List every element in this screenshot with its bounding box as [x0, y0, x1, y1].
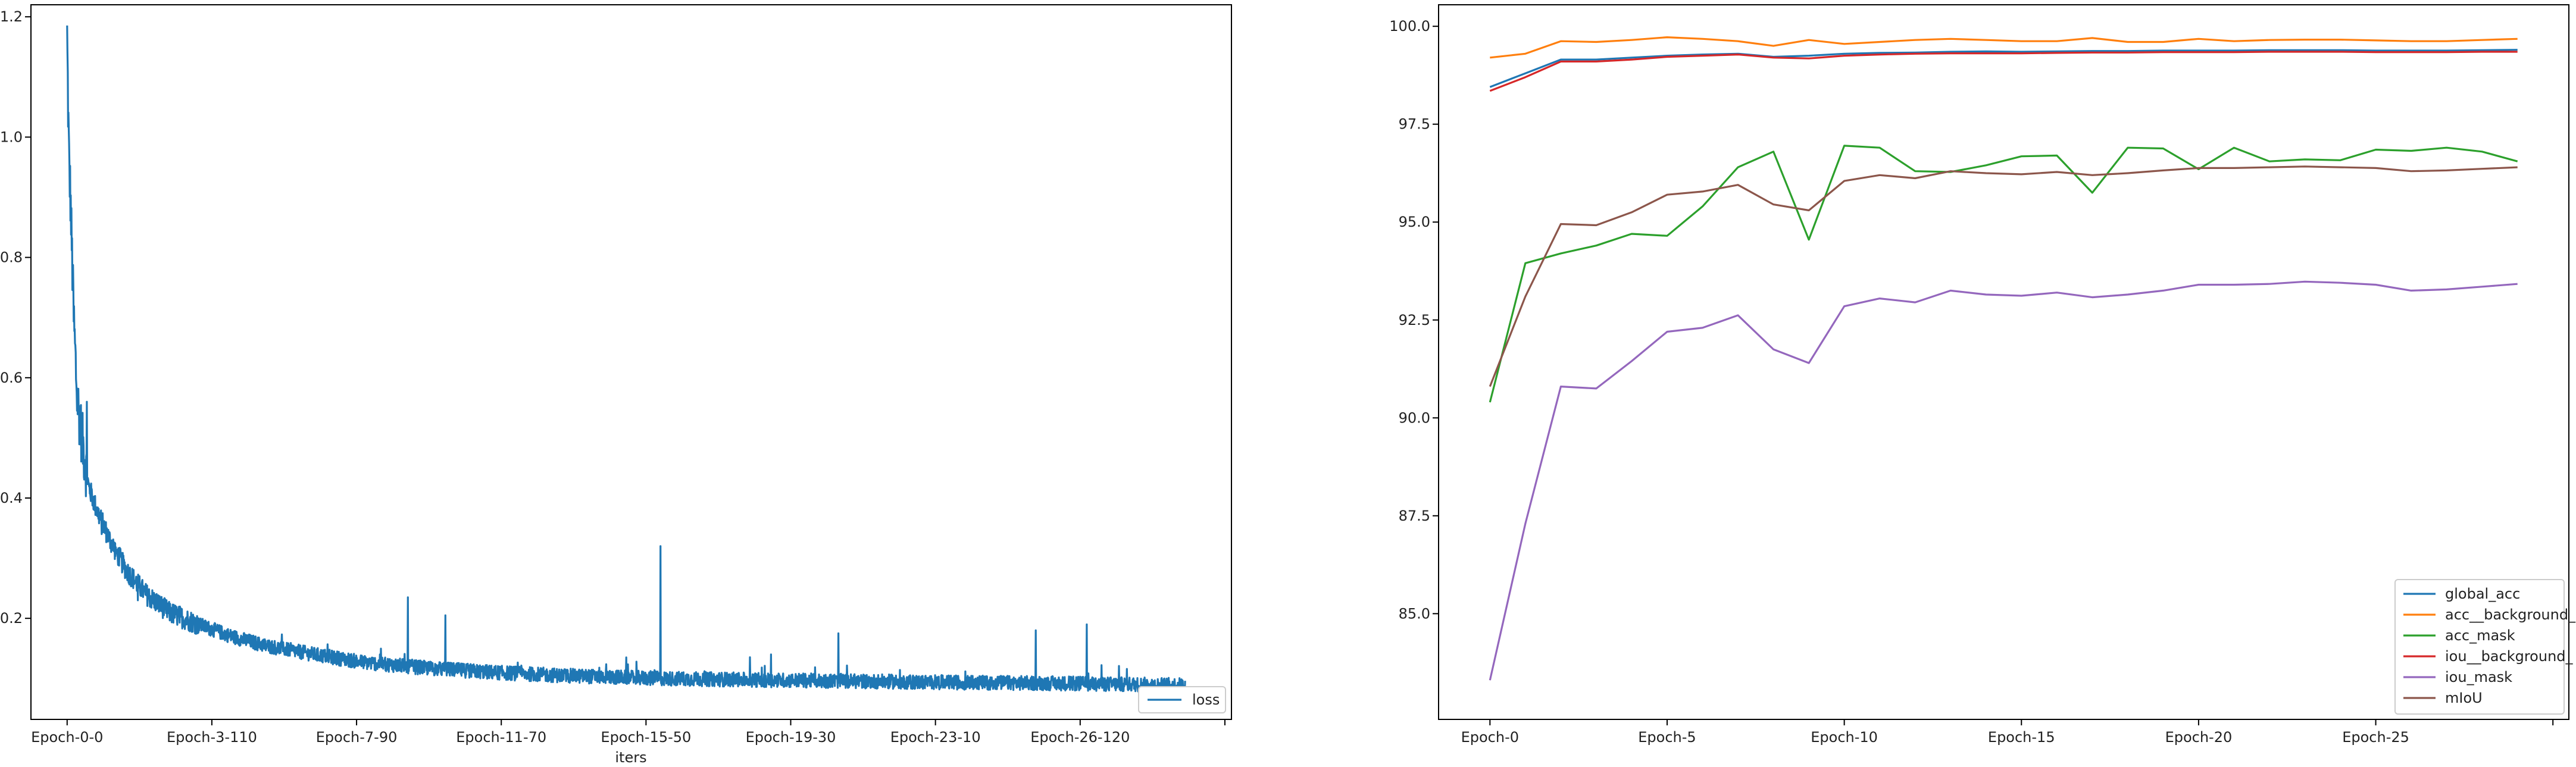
loss-x-tick-label: Epoch-19-30	[746, 729, 836, 746]
loss-y-tick-label: 0.6	[0, 370, 23, 386]
loss-x-axis-label: iters	[615, 749, 646, 766]
figure-canvas: Epoch-0-0 Epoch-3-110 Epoch-7-90 Epoch-11-7…	[0, 0, 2576, 767]
metrics-y-tick-label: 95.0	[1399, 214, 1430, 230]
loss-y-tick-label: 1.0	[0, 129, 23, 145]
loss-x-tick-label: Epoch-0-0	[31, 729, 103, 746]
loss-x-tick-label: Epoch-11-70	[456, 729, 546, 746]
loss-x-tick-label: Epoch-23-10	[890, 729, 981, 746]
metrics-x-tick-label: Epoch-25	[2342, 729, 2409, 746]
metrics-y-tick-label: 97.5	[1399, 116, 1430, 133]
metrics-y-tick-label: 92.5	[1399, 312, 1430, 328]
loss-y-tick-label: 1.2	[0, 8, 23, 25]
loss-x-tick-label: Epoch-26-120	[1030, 729, 1130, 746]
loss-x-tick-label: Epoch-15-50	[601, 729, 691, 746]
loss-legend-label: loss	[1192, 691, 1220, 708]
metrics-y-tick-label: 90.0	[1399, 409, 1430, 426]
metrics-x-tick-label: Epoch-15	[1988, 729, 2055, 746]
metrics-legend: global_acc acc__background_ acc_mask iou__b…	[2394, 579, 2576, 715]
loss-y-tick-label: 0.4	[0, 490, 23, 506]
metrics-y-tick-label: 87.5	[1399, 508, 1430, 524]
metrics-x-tick-label: Epoch-10	[1811, 729, 1878, 746]
loss-legend: loss	[1138, 686, 1226, 713]
loss-y-tick-label: 0.2	[0, 610, 23, 627]
metrics-x-tick-label: Epoch-0	[1461, 729, 1519, 746]
loss-x-tick-label: Epoch-3-110	[167, 729, 257, 746]
legend-label: iou_mask	[2445, 669, 2512, 685]
legend-label: global_acc	[2445, 586, 2520, 602]
metrics-x-tick-label: Epoch-5	[1638, 729, 1696, 746]
legend-label: acc_mask	[2445, 627, 2515, 644]
metrics-x-tick-label: Epoch-20	[2165, 729, 2233, 746]
legend-label: iou__background_	[2445, 648, 2574, 665]
loss-x-tick-label: Epoch-7-90	[316, 729, 398, 746]
metrics-y-tick-label: 85.0	[1399, 605, 1430, 622]
legend-label: mIoU	[2445, 690, 2483, 706]
metrics-y-tick-label: 100.0	[1389, 18, 1430, 35]
loss-y-tick-label: 0.8	[0, 249, 23, 266]
legend-label: acc__background_	[2445, 606, 2576, 623]
